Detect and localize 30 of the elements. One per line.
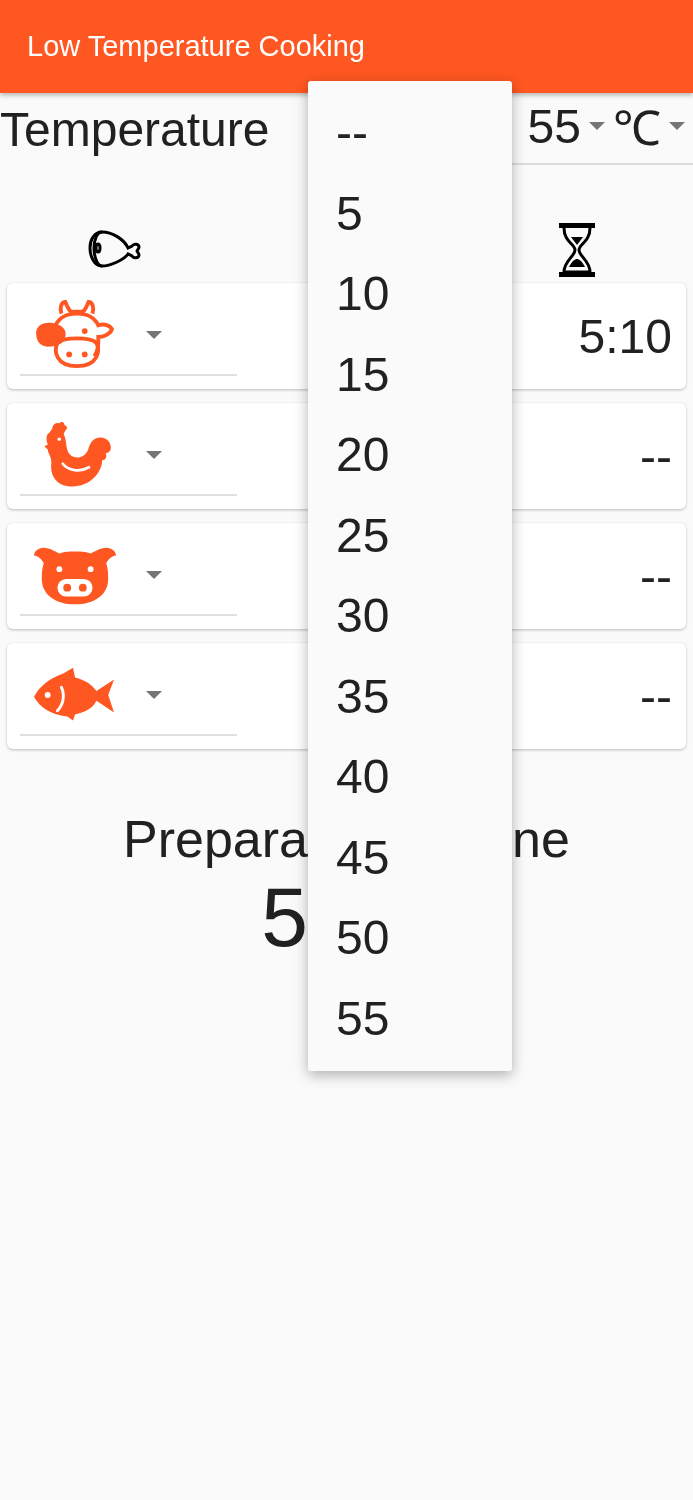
menu-option[interactable]: 50 [308, 898, 512, 979]
caret-icon [669, 122, 685, 130]
time-value: 5:10 [578, 308, 672, 364]
caret-icon [146, 691, 162, 699]
preparation-label: ne [512, 809, 571, 869]
time-value: -- [640, 548, 672, 604]
menu-option[interactable]: 10 [308, 254, 512, 335]
caret-icon [146, 451, 162, 459]
menu-option[interactable]: 40 [308, 737, 512, 818]
menu-option[interactable]: 55 [308, 978, 512, 1059]
preparation-label: Prepara [122, 809, 308, 869]
time-value: -- [640, 428, 672, 484]
preparation-time: 5 [260, 875, 308, 959]
menu-option[interactable]: 20 [308, 415, 512, 496]
menu-option[interactable]: 30 [308, 576, 512, 657]
caret-icon [589, 122, 605, 130]
menu-option[interactable]: 45 [308, 817, 512, 898]
hourglass-icon [559, 223, 595, 277]
temperature-label: Temperature [0, 101, 270, 157]
temperature-value: 55 [527, 98, 581, 154]
unit-value: ℃ [613, 100, 661, 157]
menu-option[interactable]: 15 [308, 334, 512, 415]
caret-icon [146, 571, 162, 579]
time-value: -- [640, 668, 672, 724]
cow-icon [34, 300, 116, 370]
app-title: Low Temperature Cooking [27, 30, 365, 63]
caret-icon [146, 331, 162, 339]
menu-option[interactable]: 35 [308, 656, 512, 737]
menu-option[interactable]: 5 [308, 173, 512, 254]
menu-option[interactable]: 25 [308, 495, 512, 576]
